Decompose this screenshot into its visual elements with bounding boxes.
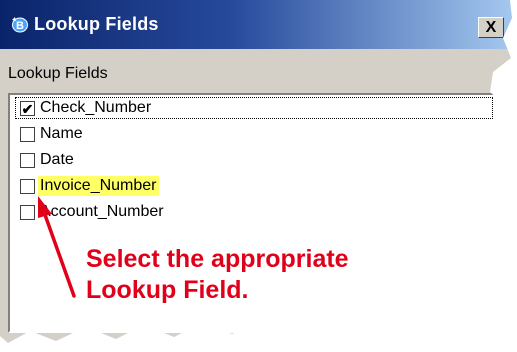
annotation-line-2: Lookup Field. [86,276,249,304]
screenshot: B Lookup Fields X Lookup Fields ✔ Check_… [0,0,517,352]
arrow-head-icon [38,196,52,218]
annotation-callout: Select the appropriate Lookup Field. [86,244,349,306]
annotation-line-1: Select the appropriate [86,245,349,273]
